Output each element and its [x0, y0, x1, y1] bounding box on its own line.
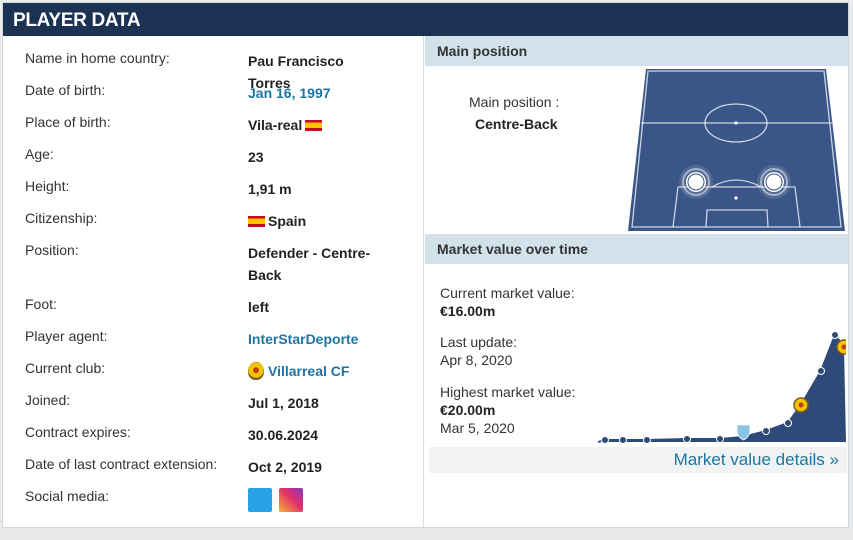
market-value-details-link[interactable]: Market value details » — [429, 447, 847, 473]
row-label: Name in home country: — [25, 50, 170, 66]
row-label: Citizenship: — [25, 210, 98, 226]
main-position-title: Main position — [425, 36, 848, 66]
last-update-block: Last update: Apr 8, 2020 — [440, 333, 517, 369]
row-label: Joined: — [25, 392, 71, 408]
current-club-text: Villarreal CF — [268, 363, 350, 379]
data-point[interactable] — [683, 435, 691, 443]
row-label: Current club: — [25, 360, 106, 376]
row-label: Date of birth: — [25, 82, 106, 98]
row-label: Position: — [25, 242, 79, 258]
last-update-date: Apr 8, 2020 — [440, 352, 513, 368]
row-value: left — [248, 299, 269, 315]
row-value: Jul 1, 2018 — [248, 395, 319, 411]
row-value: Defender - Centre-Back — [248, 245, 371, 283]
row-value: Spain — [248, 210, 388, 232]
right-panel: Main position Main position : Centre-Bac… — [425, 36, 848, 510]
instagram-icon[interactable] — [279, 488, 303, 513]
position-marker-left — [679, 165, 713, 199]
place-of-birth-text: Vila-real — [248, 117, 303, 133]
data-point[interactable] — [762, 427, 770, 435]
row-value: Oct 2, 2019 — [248, 459, 322, 475]
row-value: Vila-real — [248, 114, 388, 136]
current-value-label: Current market value: — [440, 285, 575, 301]
current-value: €16.00m — [440, 303, 496, 319]
player-data-list: Name in home country: Pau Francisco Torr… — [3, 36, 424, 527]
data-point[interactable] — [643, 436, 651, 444]
row-label: Contract expires: — [25, 424, 131, 440]
row-label: Age: — [25, 146, 54, 162]
row-label: Height: — [25, 178, 70, 194]
row-label: Date of last contract extension: — [25, 456, 218, 472]
player-agent-link[interactable]: InterStarDeporte — [248, 328, 388, 350]
market-value-chart — [598, 331, 846, 444]
main-position-value: Centre-Back — [475, 116, 558, 132]
market-value-title: Market value over time — [425, 234, 848, 264]
market-value-area: Current market value: €16.00m Last updat… — [425, 264, 848, 510]
data-point[interactable] — [716, 435, 724, 443]
main-position-area: Main position : Centre-Back — [425, 66, 848, 234]
row-value: 23 — [248, 149, 264, 165]
pitch-field — [628, 69, 845, 231]
twitter-icon[interactable] — [248, 488, 272, 513]
highest-value-block: Highest market value: €20.00m Mar 5, 202… — [440, 383, 575, 437]
highest-value: €20.00m — [440, 402, 496, 418]
market-value-area-fill — [598, 335, 846, 442]
pitch-diagram — [628, 69, 845, 231]
data-point[interactable] — [831, 331, 839, 339]
row-label: Foot: — [25, 296, 57, 312]
data-point[interactable] — [619, 436, 627, 444]
citizenship-text: Spain — [268, 213, 307, 229]
main-position-label: Main position : — [469, 94, 560, 110]
date-of-birth-link[interactable]: Jan 16, 1997 — [248, 82, 388, 104]
data-point[interactable] — [784, 419, 792, 427]
position-marker-right — [757, 165, 791, 199]
highest-value-label: Highest market value: — [440, 384, 576, 400]
row-label: Player agent: — [25, 328, 108, 344]
current-club-link[interactable]: Villarreal CF — [248, 360, 388, 382]
row-value: 30.06.2024 — [248, 427, 319, 443]
spain-flag-icon — [248, 216, 265, 227]
villarreal-crest-icon — [248, 362, 264, 380]
highest-value-date: Mar 5, 2020 — [440, 420, 515, 436]
row-value: 1,91 m — [248, 181, 292, 197]
row-label: Social media: — [25, 488, 110, 504]
spain-flag-icon — [305, 120, 323, 131]
current-value-block: Current market value: €16.00m — [440, 284, 575, 320]
row-label: Place of birth: — [25, 114, 111, 130]
social-links — [248, 488, 388, 513]
card-title: PLAYER DATA — [3, 3, 848, 36]
player-data-card: PLAYER DATA Name in home country: Pau Fr… — [2, 2, 849, 528]
data-point[interactable] — [601, 436, 609, 444]
last-update-label: Last update: — [440, 334, 518, 350]
data-point[interactable] — [817, 367, 825, 375]
